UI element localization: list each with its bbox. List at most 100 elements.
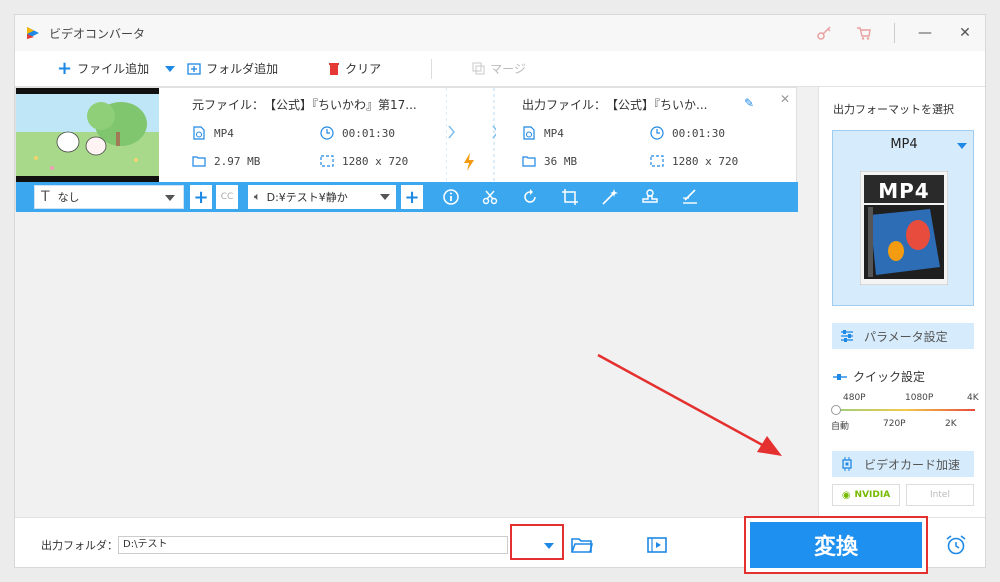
source-duration-value: 00:01:30 xyxy=(342,126,395,140)
file-format-icon xyxy=(523,126,535,140)
output-resolution-value: 1280 x 720 xyxy=(672,154,739,168)
merge-label: マージ xyxy=(490,62,526,76)
clear-button[interactable]: クリア xyxy=(328,51,381,87)
slider-label-480p: 480P xyxy=(843,393,866,403)
output-file-title: 出力ファイル： 【公式】『ちいか... xyxy=(522,98,708,112)
merge-icon xyxy=(472,62,485,75)
app-logo-icon xyxy=(27,27,39,39)
scissors-icon[interactable] xyxy=(481,188,499,206)
source-size-value: 2.97 MB xyxy=(214,154,261,168)
output-folder-input[interactable]: D:\テスト xyxy=(118,536,508,554)
slider-label-auto: 自動 xyxy=(831,422,850,432)
source-size: 2.97 MB xyxy=(192,154,260,168)
add-folder-button[interactable]: フォルダ追加 xyxy=(187,51,278,87)
quick-slider-icon xyxy=(833,373,847,380)
main-toolbar: + ファイル追加 フォルダ追加 クリア マージ xyxy=(15,51,985,87)
add-folder-label: フォルダ追加 xyxy=(206,62,279,76)
window-title: ビデオコンバータ xyxy=(49,26,146,41)
clear-label: クリア xyxy=(345,62,382,76)
video-thumbnail[interactable] xyxy=(16,88,159,182)
add-file-dropdown[interactable] xyxy=(165,51,176,87)
output-folder-dropdown[interactable] xyxy=(510,524,564,560)
plus-icon: + xyxy=(57,57,73,79)
alarm-clock-icon[interactable] xyxy=(945,534,967,556)
quick-settings-text: クイック設定 xyxy=(853,370,926,384)
info-icon[interactable] xyxy=(442,188,460,206)
sliders-icon xyxy=(841,330,853,342)
subtitle-select[interactable]: T なし xyxy=(34,185,184,209)
merge-button[interactable]: マージ xyxy=(472,51,526,87)
add-audio-button[interactable]: + xyxy=(401,185,423,209)
file-item: 元ファイル： 【公式】『ちいかわ』第17... MP4 00:01:30 2.9… xyxy=(15,87,798,212)
convert-button[interactable]: 変換 xyxy=(744,516,928,574)
output-duration: 00:01:30 xyxy=(650,126,725,140)
folder-icon xyxy=(192,156,206,167)
resolution-icon xyxy=(650,155,664,167)
chevron-down-icon xyxy=(957,143,967,149)
subtitle-edit-icon[interactable] xyxy=(681,188,699,206)
cc-icon[interactable]: CC xyxy=(216,185,238,209)
file-format-icon xyxy=(193,126,205,140)
slider-thumb[interactable] xyxy=(831,405,841,415)
app-window: ビデオコンバータ — ✕ + ファイル追加 フォルダ追加 クリア マージ 元ファ… xyxy=(14,14,986,574)
source-format: MP4 xyxy=(192,126,234,140)
output-format: MP4 xyxy=(522,126,564,140)
slider-label-2k: 2K xyxy=(945,419,957,429)
output-info: 出力ファイル： 【公式】『ちいか... xyxy=(522,96,782,114)
output-settings-panel: 出力フォーマットを選択 MP4 MP4 パラメータ設定 クイック設定 480P … xyxy=(818,87,985,517)
parameter-settings-button[interactable]: パラメータ設定 xyxy=(832,323,974,349)
output-format-value: MP4 xyxy=(544,126,564,140)
key-icon[interactable] xyxy=(804,15,844,51)
source-format-value: MP4 xyxy=(214,126,234,140)
title-bar: ビデオコンバータ — ✕ xyxy=(15,15,985,51)
toolbar-divider xyxy=(431,58,433,79)
close-window-button[interactable]: ✕ xyxy=(945,15,985,51)
chip-icon xyxy=(842,457,852,471)
chevron-down-icon xyxy=(380,194,390,200)
add-subtitle-button[interactable]: + xyxy=(190,185,212,209)
effects-wand-icon[interactable] xyxy=(601,188,619,206)
speaker-icon: 🔈︎ xyxy=(254,190,261,203)
chevron-down-icon xyxy=(544,543,554,549)
rotate-icon[interactable] xyxy=(521,188,539,206)
nvidia-eye-icon: ◉ xyxy=(841,489,851,501)
titlebar-divider xyxy=(894,23,895,43)
clock-icon xyxy=(650,126,664,140)
nvidia-badge[interactable]: ◉ NVIDIA xyxy=(832,484,900,506)
minimize-button[interactable]: — xyxy=(905,15,945,51)
nvidia-label: NVIDIA xyxy=(854,490,891,500)
file-list-area: 元ファイル： 【公式】『ちいかわ』第17... MP4 00:01:30 2.9… xyxy=(15,87,798,517)
resolution-icon xyxy=(320,155,334,167)
chevron-down-icon xyxy=(165,65,176,72)
quick-settings-label: クイック設定 xyxy=(833,368,925,385)
quality-slider[interactable]: 480P 1080P 4K 自動 720P 2K xyxy=(831,393,979,443)
slider-label-720p: 720P xyxy=(883,419,906,429)
video-folder-icon[interactable] xyxy=(647,536,669,554)
remove-file-icon[interactable]: ✕ xyxy=(780,92,790,106)
slider-label-4k: 4K xyxy=(967,393,979,403)
bottom-bar: 出力フォルダ： D:\テスト 変換 xyxy=(15,516,985,574)
intel-label: Intel xyxy=(930,490,950,500)
format-icon-text: MP4 xyxy=(878,179,930,203)
open-folder-icon[interactable] xyxy=(571,536,593,554)
output-format-selector[interactable]: MP4 MP4 xyxy=(832,130,974,306)
crop-icon[interactable] xyxy=(561,188,579,206)
cart-icon[interactable] xyxy=(844,15,884,51)
trash-icon xyxy=(329,62,340,75)
subtitle-value: なし xyxy=(57,191,80,204)
output-size-value: 36 MB xyxy=(544,154,578,168)
source-resolution: 1280 x 720 xyxy=(320,154,408,168)
source-resolution-value: 1280 x 720 xyxy=(342,154,409,168)
source-info: 元ファイル： 【公式】『ちいかわ』第17... xyxy=(192,96,452,114)
add-file-button[interactable]: + ファイル追加 xyxy=(57,51,149,87)
gpu-acceleration-button[interactable]: ビデオカード加速 xyxy=(832,451,974,477)
audio-track-value: D:¥テスト¥静か xyxy=(266,191,348,204)
thumbnail-image xyxy=(16,94,159,176)
audio-track-select[interactable]: 🔈︎ D:¥テスト¥静か xyxy=(248,185,396,209)
edit-output-icon[interactable]: ✎ xyxy=(744,96,754,110)
chevron-down-icon xyxy=(165,195,175,201)
gpu-acceleration-label: ビデオカード加速 xyxy=(864,457,961,472)
watermark-stamp-icon[interactable] xyxy=(641,188,659,206)
output-format-label: 出力フォーマットを選択 xyxy=(833,103,954,116)
intel-badge[interactable]: Intel xyxy=(906,484,974,506)
